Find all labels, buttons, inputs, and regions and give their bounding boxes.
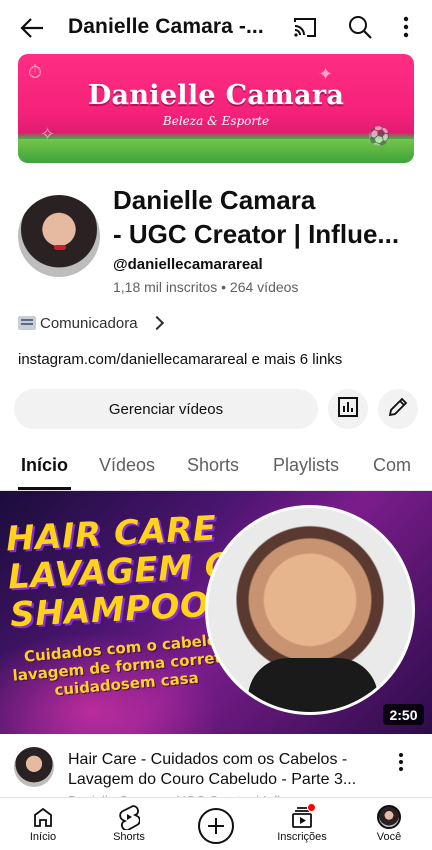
video-thumbnail[interactable]: HAIR CARE LAVAGEM COM SHAMPOO Cuidados c… — [0, 491, 432, 734]
tab-playlists[interactable]: Playlists — [273, 455, 339, 476]
subscriptions-icon — [289, 803, 316, 829]
channel-avatar[interactable] — [18, 195, 100, 277]
more-vert-icon[interactable] — [396, 13, 416, 41]
you-avatar — [377, 805, 401, 829]
video-more-icon[interactable] — [393, 750, 409, 774]
thumbnail-shirt — [248, 658, 378, 712]
avatar-lips — [54, 245, 66, 250]
channel-links[interactable]: instagram.com/daniellecamarareal e mais … — [18, 351, 342, 368]
nav-home-label: Início — [29, 831, 57, 843]
nav-subscriptions-label: Inscrições — [277, 831, 327, 843]
channel-tabs: Início Vídeos Shorts Playlists Com — [0, 445, 432, 491]
cast-icon[interactable] — [292, 15, 318, 39]
search-icon[interactable] — [346, 13, 374, 41]
channel-name: Danielle Camara - UGC Creator | Influe..… — [113, 183, 418, 251]
top-app-bar: Danielle Camara -... — [0, 0, 432, 54]
video-title[interactable]: Hair Care - Cuidados com os Cabelos - La… — [68, 750, 380, 790]
tab-videos[interactable]: Vídeos — [99, 455, 155, 476]
edit-pencil-icon — [387, 396, 409, 423]
nav-create[interactable] — [173, 798, 259, 850]
page-title: Danielle Camara -... — [68, 15, 264, 38]
thumbnail-person — [205, 505, 415, 715]
nav-you[interactable]: Você — [346, 798, 432, 850]
channel-banner: ⏱ ⚽ ✦ ✧ Danielle Camara Beleza & Esporte — [18, 54, 414, 163]
chevron-right-icon — [149, 315, 164, 331]
tab-community[interactable]: Com — [373, 455, 411, 476]
nav-home[interactable]: Início — [0, 798, 86, 850]
bottom-navigation: Início Shorts Inscrições Você — [0, 797, 432, 850]
tab-shorts[interactable]: Shorts — [187, 455, 239, 476]
banner-subtitle: Beleza & Esporte — [162, 114, 270, 128]
video-title-line1: Hair Care - Cuidados com os Cabelos - — [68, 751, 348, 768]
home-icon — [30, 805, 56, 829]
channel-stats: 1,18 mil inscritos • 264 vídeos — [113, 279, 299, 295]
nav-shorts[interactable]: Shorts — [86, 798, 172, 850]
newspaper-icon — [18, 316, 36, 330]
back-arrow-icon[interactable] — [18, 14, 46, 42]
channel-name-line2: - UGC Creator | Influe... — [113, 219, 400, 249]
video-channel-avatar[interactable] — [14, 747, 54, 787]
notification-dot — [307, 803, 316, 812]
tab-inicio[interactable]: Início — [21, 455, 68, 476]
edit-channel-button[interactable] — [378, 389, 418, 429]
ball-icon: ⚽ — [368, 126, 391, 146]
video-title-line2: Lavagem do Couro Cabeludo - Parte 3... — [68, 771, 357, 788]
channel-about-row[interactable]: Comunicadora — [18, 312, 164, 334]
banner-title: Danielle Camara — [87, 80, 345, 111]
nav-you-label: Você — [376, 831, 402, 843]
nav-subscriptions[interactable]: Inscrições — [259, 798, 345, 850]
active-tab-indicator — [18, 487, 71, 490]
analytics-button[interactable] — [328, 389, 368, 429]
banner-field — [18, 139, 414, 163]
create-plus-icon — [198, 808, 234, 844]
nav-shorts-label: Shorts — [113, 831, 145, 843]
you-avatar-icon — [376, 805, 402, 829]
about-text: Comunicadora — [40, 314, 138, 332]
analytics-icon — [337, 396, 359, 423]
channel-name-line1: Danielle Camara — [113, 185, 316, 215]
manage-videos-button[interactable]: Gerenciar vídeos — [14, 389, 318, 429]
shorts-icon — [116, 805, 142, 830]
channel-handle: @daniellecamarareal — [113, 256, 263, 273]
video-duration-badge: 2:50 — [383, 704, 424, 725]
